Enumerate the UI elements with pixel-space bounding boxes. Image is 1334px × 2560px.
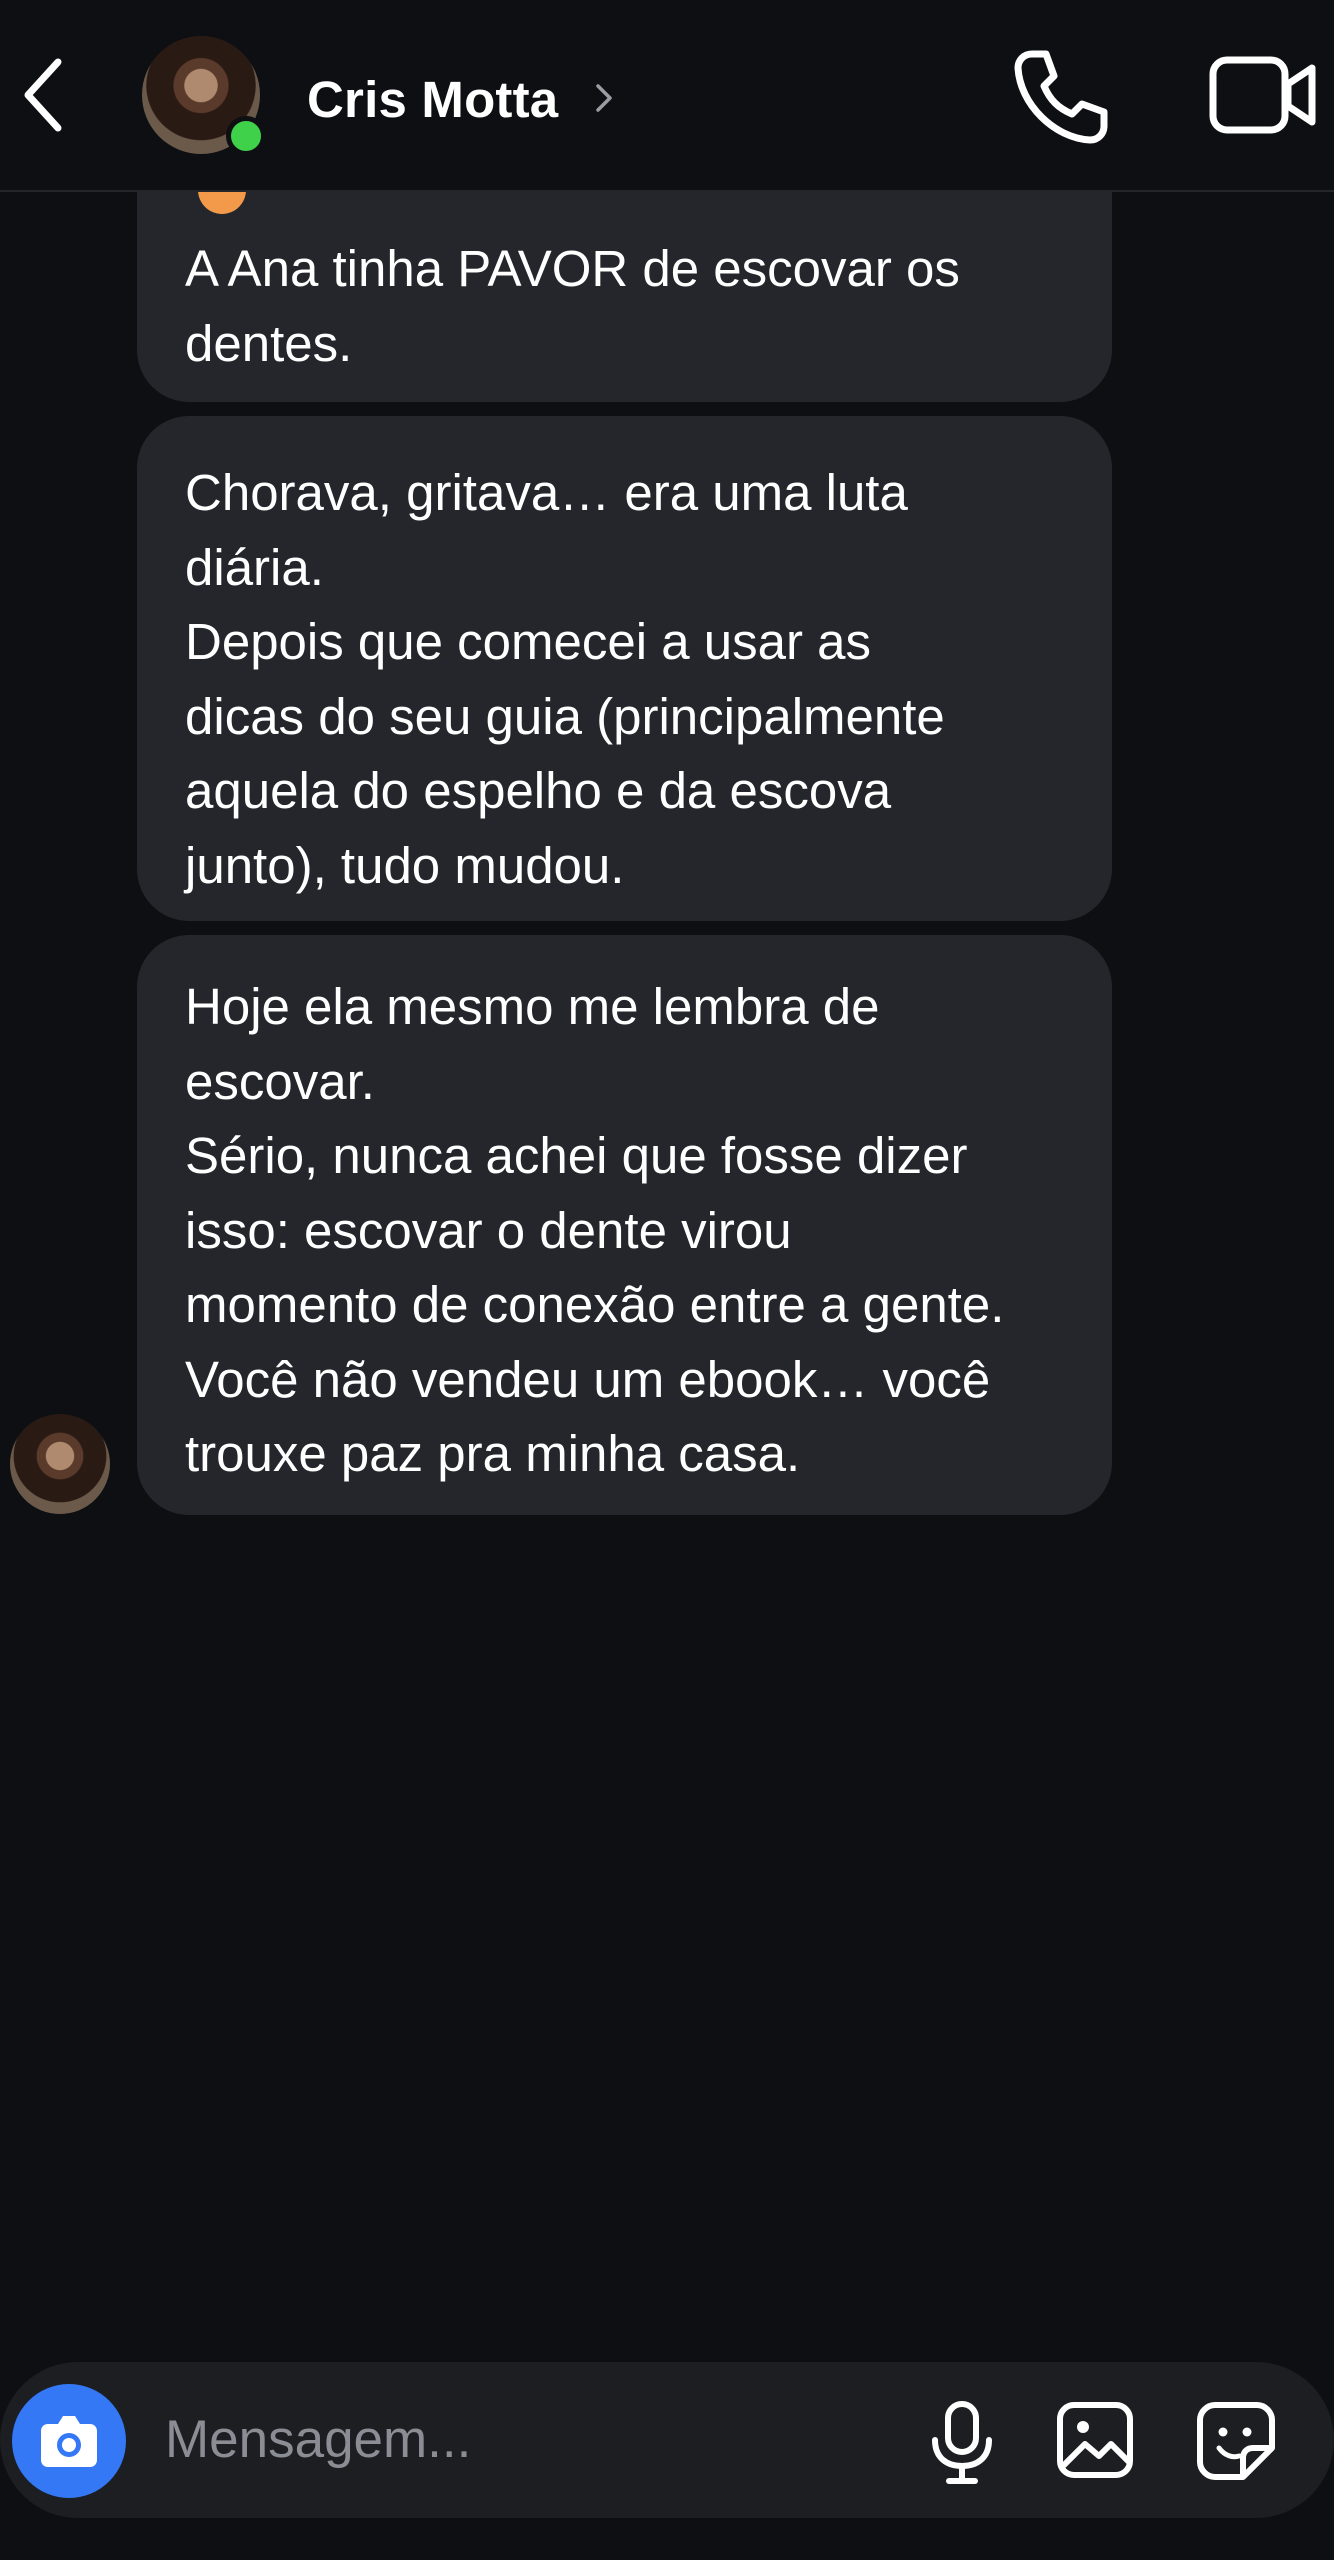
message-line: Sério, nunca achei que fosse dizer [185,1127,968,1184]
camera-icon [41,2416,97,2467]
online-status-dot [226,116,266,156]
message-line: isso: escovar o dente virou [185,1201,792,1259]
message-line: dentes. [185,314,353,372]
gallery-icon[interactable] [1055,2400,1135,2480]
message-line: aquela do espelho e da escova [185,762,892,819]
message-bubble[interactable]: Chorava, gritava… era uma luta diária. D… [137,416,1112,921]
camera-button[interactable] [12,2384,126,2498]
message-line: junto), tudo mudou. [185,836,625,894]
microphone-icon[interactable] [925,2400,999,2486]
message-composer: Mensagem... [0,2362,1334,2518]
message-line: A Ana tinha PAVOR de escovar os [185,240,960,297]
message-line: trouxe paz pra minha casa. [185,1425,801,1482]
message-line: Chorava, gritava… era uma luta [185,464,908,521]
phone-icon[interactable] [1010,46,1110,146]
back-arrow-icon[interactable] [14,50,74,140]
chat-header: Cris Motta [0,0,1334,192]
message-line: dicas do seu guia (principalmente [185,687,945,745]
sticker-icon[interactable] [1195,2400,1277,2482]
message-line: escovar. [185,1052,375,1110]
contact-name[interactable]: Cris Motta [307,70,558,129]
message-line: Você não vendeu um ebook… você [185,1350,991,1408]
sender-avatar[interactable] [10,1414,110,1514]
message-bubble[interactable]: Hoje ela mesmo me lembra de escovar. Sér… [137,935,1112,1515]
message-line: momento de conexão entre a gente. [185,1276,1005,1333]
contact-avatar[interactable] [142,36,266,156]
message-input[interactable]: Mensagem... [165,2404,865,2476]
video-camera-icon[interactable] [1208,52,1318,138]
message-line: Depois que comecei a usar as [185,613,872,670]
chevron-right-icon[interactable] [592,80,616,116]
message-line: Hoje ela mesmo me lembra de [185,978,880,1035]
message-line: diária. [185,538,324,596]
